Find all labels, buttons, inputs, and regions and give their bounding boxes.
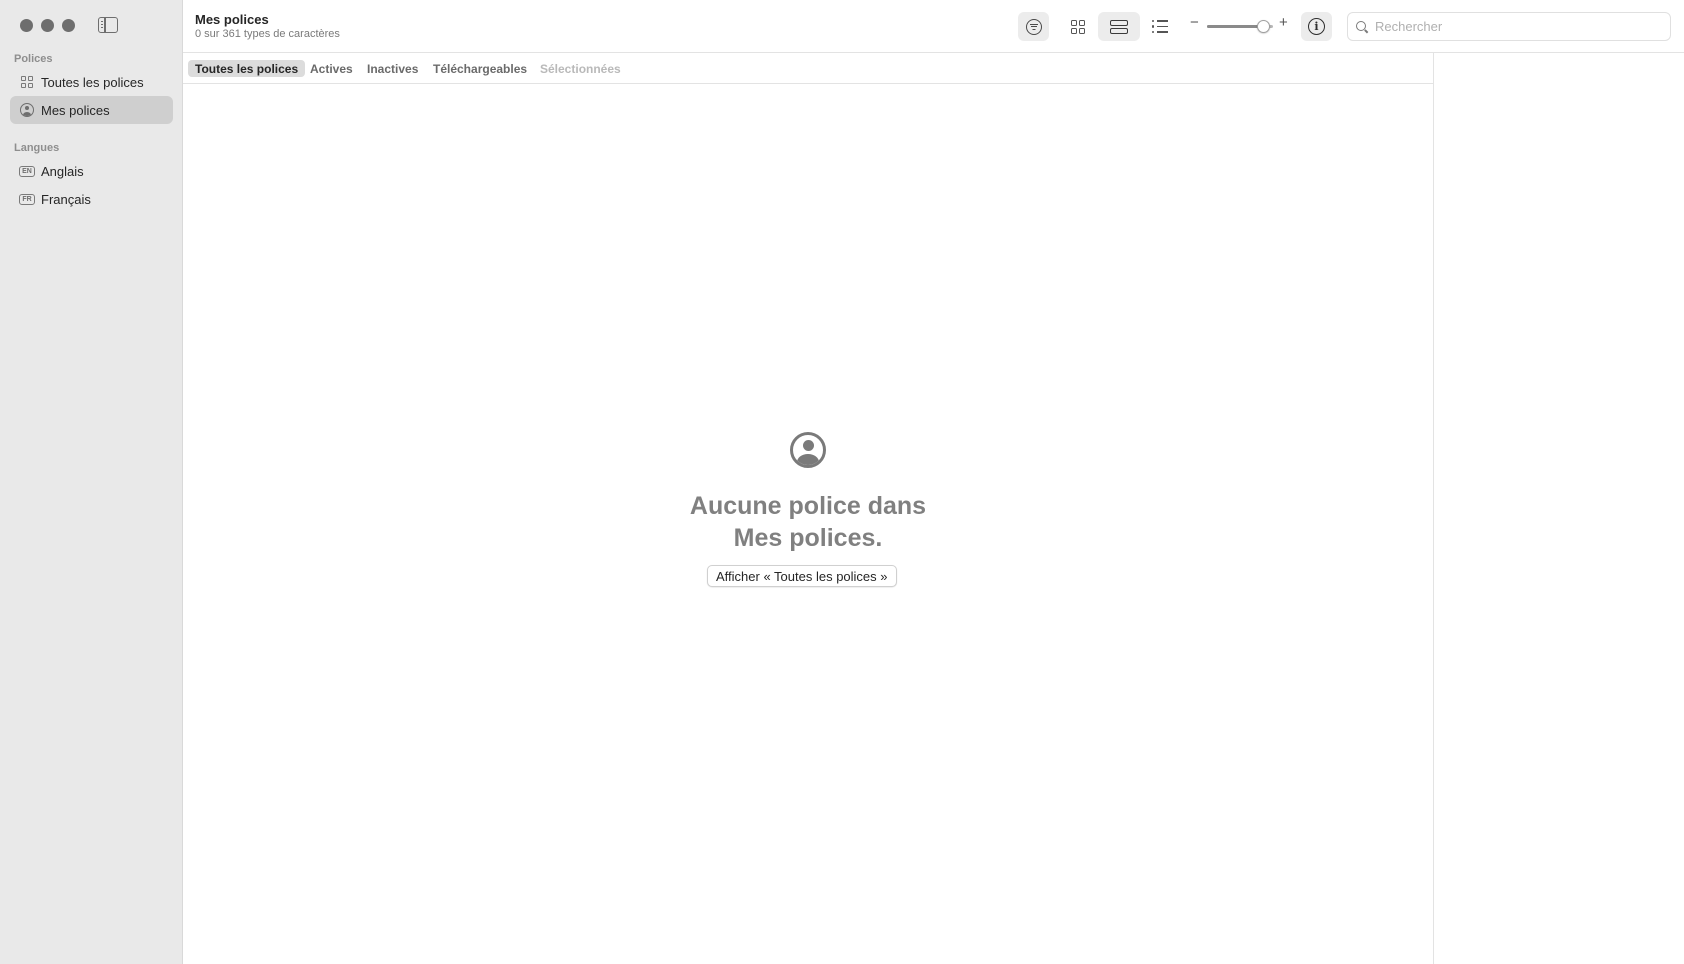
empty-title-line2: Mes polices.	[733, 524, 883, 552]
slider-knob[interactable]	[1256, 20, 1270, 33]
language-badge-icon: FR	[19, 191, 35, 207]
filter-tab-all[interactable]: Toutes les polices	[188, 60, 306, 77]
list-icon	[1152, 20, 1169, 34]
font-count: 0 sur 361 types de caractères	[195, 28, 340, 40]
sidebar-item-label: Toutes les polices	[41, 74, 144, 90]
filter-button[interactable]	[1018, 12, 1049, 41]
preview-pane-divider	[1433, 53, 1434, 964]
person-circle-icon	[790, 432, 826, 468]
size-slider[interactable]	[1207, 20, 1273, 33]
show-all-fonts-button[interactable]: Afficher « Toutes les polices »	[707, 565, 897, 587]
sidebar-item-label: Anglais	[41, 163, 84, 179]
sidebar-item-english[interactable]: EN Anglais	[10, 157, 173, 185]
sidebar-item-label: Mes polices	[41, 102, 110, 118]
zoom-in-icon[interactable]: +	[1279, 14, 1288, 31]
filter-tab-inactive[interactable]: Inactives	[360, 60, 425, 77]
sidebar-item-label: Français	[41, 191, 91, 207]
slider-fill	[1207, 25, 1264, 28]
window-controls	[20, 19, 75, 32]
empty-state: Aucune police dans Mes polices. Afficher…	[183, 84, 1433, 964]
toolbar: Mes polices 0 sur 361 types de caractère…	[183, 0, 1684, 53]
page-title: Mes polices	[195, 12, 269, 27]
strips-view-button[interactable]	[1098, 12, 1140, 41]
close-window-button[interactable]	[20, 19, 33, 32]
sidebar-section-languages: Langues	[14, 142, 60, 154]
info-icon: i	[1308, 18, 1325, 35]
filter-tab-active[interactable]: Actives	[303, 60, 360, 77]
filter-icon	[1025, 18, 1042, 35]
minimize-window-button[interactable]	[41, 19, 54, 32]
sidebar-item-my-fonts[interactable]: Mes polices	[10, 96, 173, 124]
filter-tab-downloadable[interactable]: Téléchargeables	[426, 60, 534, 77]
filter-bar: Toutes les polices Actives Inactives Tél…	[183, 53, 1433, 84]
rows-icon	[1110, 19, 1128, 34]
person-circle-icon	[19, 102, 35, 118]
search-input[interactable]	[1375, 19, 1655, 34]
search-field[interactable]	[1347, 12, 1671, 41]
grid-icon	[19, 74, 35, 90]
list-view-button[interactable]	[1143, 12, 1177, 41]
sidebar-toggle-icon[interactable]	[98, 17, 118, 33]
grid-icon	[1071, 19, 1085, 34]
empty-state-message: Aucune police dans Mes polices.	[608, 490, 1008, 554]
search-icon	[1356, 20, 1368, 33]
empty-title-line1: Aucune police dans	[689, 492, 927, 520]
sidebar-item-all-fonts[interactable]: Toutes les polices	[10, 68, 173, 96]
language-badge-icon: EN	[19, 163, 35, 179]
filter-tab-selected: Sélectionnées	[540, 61, 621, 76]
info-button[interactable]: i	[1301, 12, 1332, 41]
sidebar-item-french[interactable]: FR Français	[10, 185, 173, 213]
zoom-window-button[interactable]	[62, 19, 75, 32]
sidebar: Polices Toutes les polices Mes polices L…	[0, 0, 183, 964]
grid-view-button[interactable]	[1061, 12, 1095, 41]
sidebar-section-fonts: Polices	[14, 53, 53, 65]
zoom-out-icon[interactable]: −	[1190, 14, 1199, 31]
font-book-window: Polices Toutes les polices Mes polices L…	[0, 0, 1684, 964]
